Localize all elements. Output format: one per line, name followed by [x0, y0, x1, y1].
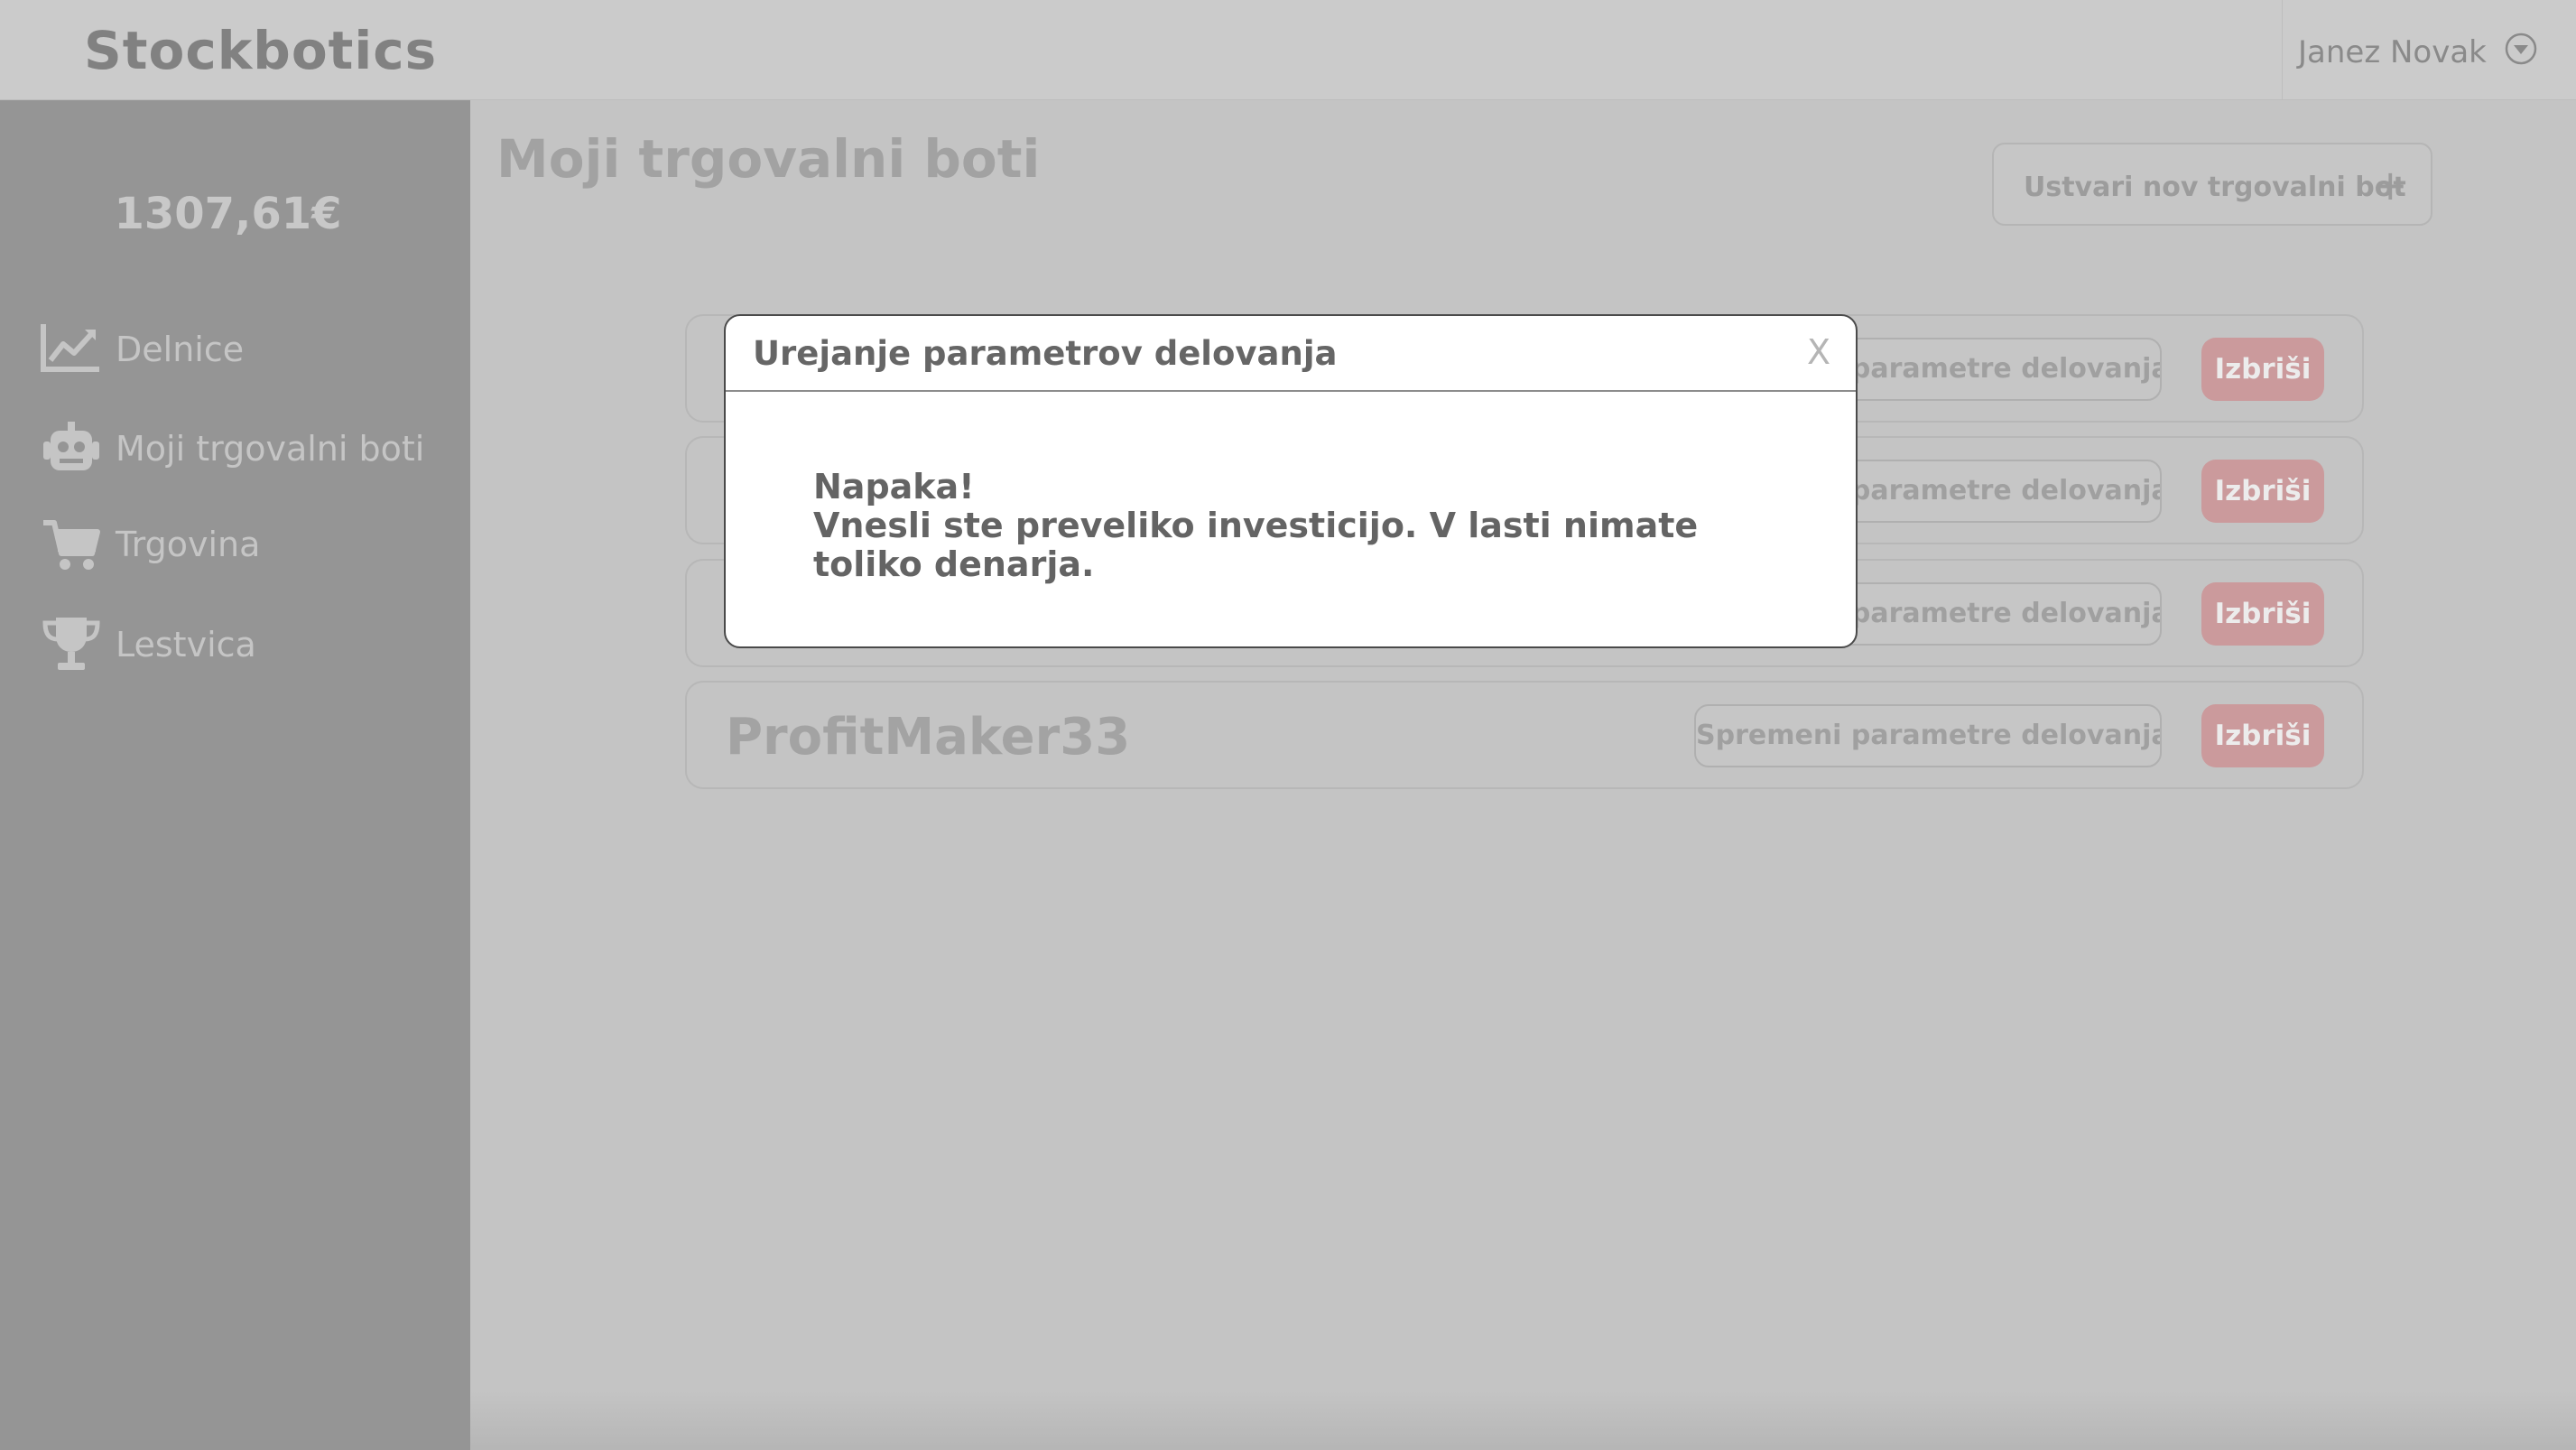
robot-icon: [43, 422, 99, 470]
app-page: Stockbotics Janez Novak 1307,61€ Delnice: [0, 0, 2576, 1450]
page-title: Moji trgovalni boti: [496, 128, 1041, 190]
sidebar-item-moji-trgovalni-boti[interactable]: Moji trgovalni boti: [40, 416, 455, 479]
top-bar: Stockbotics Janez Novak: [0, 0, 2576, 100]
account-balance: 1307,61€: [114, 189, 342, 239]
dialog-header: Urejanje parametrov delovanja X: [726, 316, 1856, 392]
sidebar-item-delnice[interactable]: Delnice: [40, 317, 455, 380]
sidebar-item-label: Delnice: [116, 330, 245, 369]
bottom-shadow: [470, 1390, 2576, 1450]
trophy-icon: [42, 618, 100, 670]
cart-icon: [43, 520, 100, 570]
create-bot-button[interactable]: Ustvari nov trgovalni bot +: [1992, 143, 2432, 226]
sidebar-item-label: Trgovina: [116, 525, 261, 564]
sidebar: 1307,61€ Delnice Moji trgovalni boti Trg…: [0, 100, 470, 1450]
close-button[interactable]: X: [1807, 332, 1830, 372]
delete-bot-button[interactable]: Izbriši: [2201, 704, 2324, 767]
delete-bot-button[interactable]: Izbriši: [2201, 582, 2324, 646]
chevron-down-circle-icon[interactable]: [2505, 33, 2537, 65]
dialog-title: Urejanje parametrov delovanja: [753, 334, 1338, 373]
bot-name: ProfitMaker33: [726, 708, 1131, 767]
sidebar-item-lestvica[interactable]: Lestvica: [40, 612, 455, 675]
bot-row: ProfitMaker33 Spremeni parametre delovan…: [685, 681, 2364, 789]
sidebar-item-label: Moji trgovalni boti: [116, 429, 425, 469]
edit-parameters-dialog: Urejanje parametrov delovanja X Napaka! …: [724, 314, 1858, 648]
sidebar-item-trgovina[interactable]: Trgovina: [40, 512, 455, 575]
chart-line-icon: [41, 324, 99, 372]
sidebar-item-label: Lestvica: [116, 625, 256, 665]
user-name[interactable]: Janez Novak: [2298, 34, 2487, 70]
delete-bot-button[interactable]: Izbriši: [2201, 460, 2324, 523]
edit-parameters-button[interactable]: Spremeni parametre delovanja: [1694, 704, 2162, 767]
user-menu[interactable]: Janez Novak: [2282, 0, 2576, 99]
dialog-body: Napaka! Vnesli ste preveliko investicijo…: [813, 468, 1770, 584]
delete-bot-button[interactable]: Izbriši: [2201, 338, 2324, 401]
error-message: Vnesli ste preveliko investicijo. V last…: [813, 506, 1699, 584]
error-title: Napaka!: [813, 467, 975, 507]
create-bot-label: Ustvari nov trgovalni bot: [2024, 172, 2406, 203]
plus-icon: +: [2373, 161, 2408, 209]
app-logo[interactable]: Stockbotics: [84, 20, 437, 81]
